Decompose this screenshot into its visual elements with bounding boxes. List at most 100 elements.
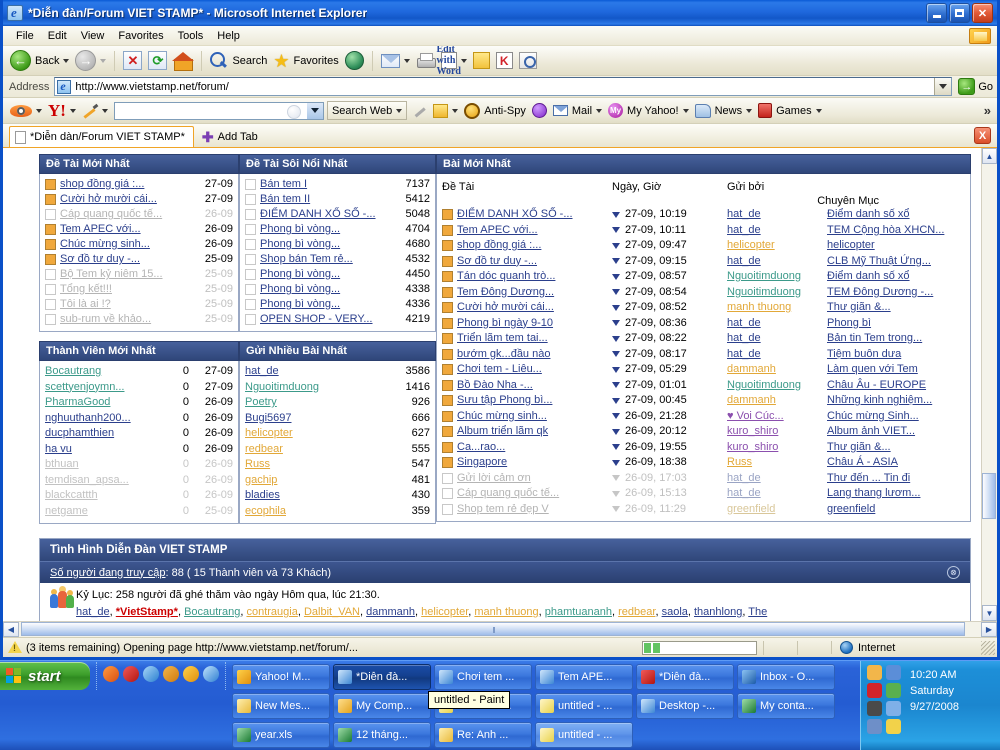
post-topic-link[interactable]: Bồ Đào Nha -...	[457, 378, 612, 394]
my-yahoo-button[interactable]: My My Yahoo!	[605, 100, 692, 122]
tray-icon[interactable]	[867, 701, 882, 716]
chevron-down-icon[interactable]	[101, 108, 108, 113]
list-item[interactable]: Cười hở mười cái... 27-09	[45, 192, 233, 207]
table-row[interactable]: Ca...rao... 26-09, 19:55 kuro_shiro Thư …	[442, 440, 965, 456]
topic-link[interactable]: sub-rum về khảo...	[60, 312, 195, 327]
tray-icon[interactable]	[867, 683, 882, 698]
list-item[interactable]: Bugi5697 666	[245, 411, 430, 427]
post-forum-link[interactable]: Chúc mừng Sinh...	[827, 410, 919, 422]
add-tab-button[interactable]: ✚ Add Tab	[194, 127, 266, 147]
tray-icon[interactable]	[886, 701, 901, 716]
goto-last-post-icon[interactable]	[612, 428, 620, 435]
post-forum-link[interactable]: Tiệm buôn dưa	[827, 348, 901, 360]
list-item[interactable]: Phong bì vòng... 4450	[245, 267, 430, 282]
list-item[interactable]: Tổng kết!!! 25-09	[45, 282, 233, 297]
table-row[interactable]: Tán dóc quanh trò... 27-09, 08:57 Nguoit…	[442, 269, 965, 285]
post-author-link[interactable]: hat_de	[727, 472, 761, 484]
post-topic-link[interactable]: Chúc mừng sinh...	[457, 409, 612, 425]
yahoo-companion-button[interactable]	[7, 100, 45, 122]
vertical-scroll-thumb[interactable]	[982, 472, 996, 519]
topic-link[interactable]: Chúc mừng sinh...	[60, 237, 195, 252]
member-link[interactable]: helicopter	[245, 426, 384, 442]
post-forum-link[interactable]: Bản tin Tem trong...	[827, 332, 922, 344]
member-link[interactable]: nghuuthanh200...	[45, 411, 153, 427]
post-forum-link[interactable]: Phong bì	[827, 317, 871, 329]
list-item[interactable]: redbear 555	[245, 442, 430, 458]
table-row[interactable]: Chơi tem - Liêu... 27-09, 05:29 dammanh …	[442, 362, 965, 378]
post-forum-link[interactable]: Album ảnh VIET...	[827, 425, 915, 437]
table-row[interactable]: Chúc mừng sinh... 26-09, 21:28 ♥ Voi Cúc…	[442, 409, 965, 425]
taskbar-button[interactable]: 12 tháng...	[333, 722, 431, 748]
goto-last-post-icon[interactable]	[612, 211, 620, 218]
topic-link[interactable]: ĐIỂM DANH XỔ SỐ -...	[260, 207, 394, 222]
goto-last-post-icon[interactable]	[612, 366, 620, 373]
list-item[interactable]: bthuan 0 26-09	[45, 457, 233, 473]
member-link[interactable]: blackcattth	[45, 488, 153, 504]
scroll-down-button[interactable]: ▼	[982, 605, 997, 621]
topic-link[interactable]: Phong bì vòng...	[260, 297, 394, 312]
member-link[interactable]: gachip	[245, 473, 384, 489]
taskbar-button[interactable]: Tem APE...	[535, 664, 633, 690]
tray-icon[interactable]	[886, 683, 901, 698]
taskbar-button[interactable]: *Diễn đà...	[636, 664, 734, 690]
member-link[interactable]: hat_de	[245, 364, 384, 380]
tab-vietstamp-forum[interactable]: *Diễn dàn/Forum VIET STAMP*	[9, 126, 194, 147]
post-author-link[interactable]: ♥ Voi Cúc...	[727, 410, 784, 422]
scroll-left-button[interactable]: ◀	[3, 622, 19, 637]
goto-last-post-icon[interactable]	[612, 475, 620, 482]
online-user-link[interactable]: *VietStamp*	[116, 606, 178, 618]
post-forum-link[interactable]: Thư giãn &...	[827, 301, 891, 313]
post-author-link[interactable]: Nguoitimduong	[727, 379, 801, 391]
list-item[interactable]: ha vu 0 26-09	[45, 442, 233, 458]
table-row[interactable]: Bồ Đào Nha -... 27-09, 01:01 Nguoitimduo…	[442, 378, 965, 394]
member-link[interactable]: ecophila	[245, 504, 384, 520]
stop-button[interactable]: ✕	[120, 49, 145, 73]
post-topic-link[interactable]: Shop tem rẻ đẹp V	[457, 502, 612, 518]
post-topic-link[interactable]: Tem Đông Dương...	[457, 285, 612, 301]
member-link[interactable]: ha vu	[45, 442, 153, 458]
list-item[interactable]: Shop bán Tem rẻ... 4532	[245, 252, 430, 267]
online-user-link[interactable]: dammanh	[366, 606, 415, 618]
table-row[interactable]: Singapore 26-09, 18:38 Russ Châu Á - ASI…	[442, 455, 965, 471]
chevron-down-icon[interactable]	[100, 58, 107, 63]
topic-link[interactable]: Sơ đồ tư duy -...	[60, 252, 195, 267]
media-icon[interactable]	[163, 665, 179, 682]
goto-last-post-icon[interactable]	[612, 382, 620, 389]
list-item[interactable]: Nguoitimduong 1416	[245, 380, 430, 396]
table-row[interactable]: shop đồng giá :... 27-09, 09:47 helicopt…	[442, 238, 965, 254]
goto-last-post-icon[interactable]	[612, 258, 620, 265]
taskbar-button[interactable]: New Mes...	[232, 693, 330, 719]
list-item[interactable]: Russ 547	[245, 457, 430, 473]
menu-file[interactable]: File	[9, 28, 41, 44]
taskbar-button[interactable]: *Diễn đà...	[333, 664, 431, 690]
list-item[interactable]: ĐIỂM DANH XỔ SỐ -... 5048	[245, 207, 430, 222]
opera-icon[interactable]	[123, 665, 139, 682]
post-topic-link[interactable]: Cáp quang quốc tế...	[457, 486, 612, 502]
post-forum-link[interactable]: TEM Cộng hòa XHCN...	[827, 224, 944, 236]
list-item[interactable]: Phong bì vòng... 4704	[245, 222, 430, 237]
list-item[interactable]: Poetry 926	[245, 395, 430, 411]
post-forum-link[interactable]: Châu Âu - EUROPE	[827, 379, 926, 391]
post-author-link[interactable]: hat_de	[727, 348, 761, 360]
table-row[interactable]: Sưu tập Phong bì... 27-09, 00:45 dammanh…	[442, 393, 965, 409]
list-item[interactable]: bladies 430	[245, 488, 430, 504]
online-user-link[interactable]: hat_de	[76, 606, 110, 618]
topic-link[interactable]: Shop bán Tem rẻ...	[260, 252, 394, 267]
tray-icon[interactable]	[886, 719, 901, 734]
table-row[interactable]: Phong bì ngày 9-10 27-09, 08:36 hat_de P…	[442, 316, 965, 332]
list-item[interactable]: ducphamthien 0 26-09	[45, 426, 233, 442]
list-item[interactable]: PharmaGood 0 26-09	[45, 395, 233, 411]
goto-last-post-icon[interactable]	[612, 227, 620, 234]
online-user-link[interactable]: contraugia	[246, 606, 297, 618]
anti-spy-button[interactable]: Anti-Spy	[461, 100, 529, 122]
goto-last-post-icon[interactable]	[612, 273, 620, 280]
post-forum-link[interactable]: Thư giãn &...	[827, 441, 891, 453]
topic-link[interactable]: Phong bì vòng...	[260, 267, 394, 282]
yahoo-mail-button[interactable]: Mail	[550, 100, 605, 122]
horizontal-scrollbar[interactable]: ◀ ▶	[3, 621, 997, 637]
table-row[interactable]: Triển lãm tem tai... 27-09, 08:22 hat_de…	[442, 331, 965, 347]
post-author-link[interactable]: hat_de	[727, 224, 761, 236]
taskbar-button[interactable]: untitled - ...	[535, 693, 633, 719]
chevron-down-icon[interactable]	[403, 58, 410, 63]
online-user-link[interactable]: Bocautrang	[184, 606, 240, 618]
